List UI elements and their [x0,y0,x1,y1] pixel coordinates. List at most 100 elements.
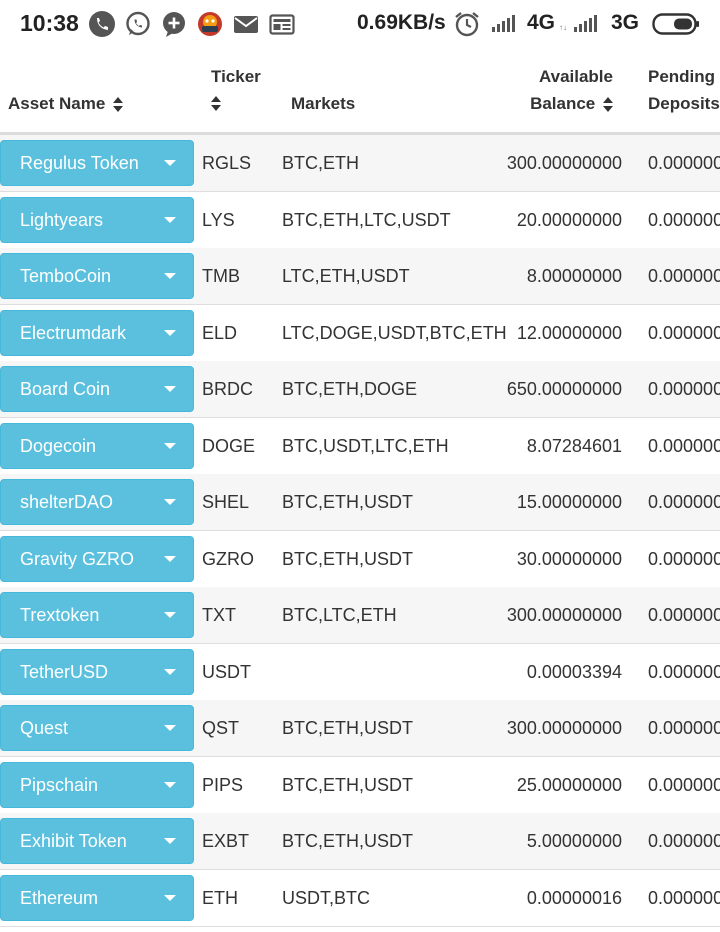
pending-deposits-cell: 0.00000000 [648,153,720,173]
caret-down-icon [164,216,176,223]
available-balance-cell: 0.00003394 [526,661,622,682]
asset-name: Exhibit Token [20,831,127,851]
caret-down-icon [164,160,176,166]
caret-down-icon [164,499,176,505]
header-available-balance[interactable]: Available Balance [530,63,613,117]
ticker-cell: PIPS [202,774,244,795]
available-balance-cell: 300.00000000 [506,153,622,173]
markets-cell: BTC,ETH,USDT [282,492,414,512]
caret-down-icon [164,386,176,392]
sort-icon[interactable] [603,97,613,113]
header-asset-name[interactable]: Asset Name [8,90,124,117]
phone-icon [89,11,115,37]
markets-cell: USDT,BTC [282,887,371,908]
asset-dropdown-button[interactable]: Quest [0,705,194,751]
markets-cell: LTC,DOGE,USDT,BTC,ETH [282,322,507,343]
pending-deposits-cell: 0.00000000 [648,322,720,343]
table-row: Pipschain PIPS BTC,ETH,USDT 25.00000000 0.00… [0,756,720,814]
asset-dropdown-button[interactable]: Regulus Token [0,140,194,186]
asset-dropdown-button[interactable]: TemboCoin [0,253,194,299]
ticker-cell: BRDC [202,379,254,399]
asset-dropdown-button[interactable]: Board Coin [0,366,194,412]
available-balance-cell: 8.00000000 [526,266,622,286]
header-ticker[interactable]: Ticker [211,63,261,111]
caret-down-icon [164,838,176,844]
markets-cell: BTC,LTC,ETH [282,605,397,625]
ticker-cell: SHEL [202,492,250,512]
pending-deposits-cell: 0.00000000 [648,661,720,682]
asset-dropdown-button[interactable]: shelterDAO [0,479,194,525]
asset-name: Pipschain [20,774,99,795]
available-balance-cell: 0.00000016 [526,887,622,908]
header-markets: Markets [291,90,355,117]
asset-dropdown-button[interactable]: Pipschain [0,761,194,808]
sort-icon[interactable] [211,96,221,111]
asset-dropdown-button[interactable]: Exhibit Token [0,818,194,864]
header-pending-deposits[interactable]: Pending Deposits [648,63,720,117]
table-row: TetherUSD USDT 0.00003394 0.00000000 [0,643,720,701]
available-balance-cell: 650.00000000 [506,379,622,399]
asset-name: shelterDAO [20,492,114,512]
header-pending-line1: Pending [648,67,716,86]
network-type-3g: 3G [611,11,640,34]
pending-deposits-cell: 0.00000000 [648,492,720,512]
caret-down-icon [164,555,176,562]
caret-down-icon [164,273,176,279]
asset-dropdown-button[interactable]: Trextoken [0,592,194,638]
ticker-cell: EXBT [202,831,250,851]
asset-name: Board Coin [20,379,111,399]
asset-name: TetherUSD [20,661,109,682]
header-ticker-label: Ticker [211,67,261,86]
asset-dropdown-button[interactable]: Lightyears [0,196,194,243]
table-row: Electrumdark ELD LTC,DOGE,USDT,BTC,ETH 12.0… [0,304,720,362]
pending-deposits-cell: 0.00000000 [648,605,720,625]
pending-deposits-cell: 0.00000000 [648,774,720,795]
markets-cell: BTC,ETH,DOGE [282,379,418,399]
table-row: Gravity GZRO GZRO BTC,ETH,USDT 30.00000000 0… [0,530,720,588]
asset-dropdown-button[interactable]: Gravity GZRO [0,535,194,582]
markets-cell: BTC,ETH,USDT [282,831,414,851]
pending-deposits-cell: 0.00000000 [648,718,720,738]
status-bar: 10:38 0.69KB/s 4G ↑↓ 3G [0,0,720,50]
asset-name: Ethereum [20,887,99,908]
available-balance-cell: 5.00000000 [526,831,622,851]
asset-dropdown-button[interactable]: Dogecoin [0,422,194,469]
markets-cell: BTC,ETH,USDT [282,718,414,738]
asset-dropdown-button[interactable]: Ethereum [0,874,194,921]
asset-name: Electrumdark [20,322,127,343]
markets-cell: BTC,USDT,LTC,ETH [282,435,449,456]
caret-down-icon [164,725,176,731]
table-row: Board Coin BRDC BTC,ETH,DOGE 650.00000000 0.… [0,361,720,418]
ticker-cell: GZRO [202,548,254,569]
markets-cell: BTC,ETH,USDT [282,548,414,569]
available-balance-cell: 15.00000000 [516,492,622,512]
caret-down-icon [164,442,176,449]
sort-icon[interactable] [113,97,124,113]
lte-mark: ↑↓ [559,23,567,32]
ticker-cell: ELD [202,322,238,343]
pending-deposits-cell: 0.00000000 [648,548,720,569]
available-balance-cell: 300.00000000 [506,605,622,625]
asset-dropdown-button[interactable]: Electrumdark [0,309,194,356]
chat-bubble-icon [163,12,185,37]
network-type-4g: 4G [527,11,556,34]
ticker-cell: RGLS [202,153,252,173]
available-balance-cell: 8.07284601 [526,435,622,456]
status-time: 10:38 [20,10,79,36]
alarm-clock-icon [455,12,479,37]
asset-name: Quest [20,718,69,738]
table-row: Quest QST BTC,ETH,USDT 300.00000000 0.000000… [0,700,720,757]
header-asset-name-label: Asset Name [8,94,106,113]
table-header: Asset Name Ticker Markets Available Bala… [0,50,720,135]
caret-down-icon [164,894,176,901]
markets-cell: LTC,ETH,USDT [282,266,410,286]
table-row: Exhibit Token EXBT BTC,ETH,USDT 5.00000000 0… [0,813,720,870]
signal-icon [574,15,597,32]
caret-down-icon [164,612,176,618]
table-row: Dogecoin DOGE BTC,USDT,LTC,ETH 8.07284601 0.… [0,417,720,475]
markets-cell: BTC,ETH [282,153,360,173]
available-balance-cell: 20.00000000 [516,209,622,230]
caret-down-icon [164,668,176,675]
available-balance-cell: 300.00000000 [506,718,622,738]
asset-dropdown-button[interactable]: TetherUSD [0,648,194,695]
